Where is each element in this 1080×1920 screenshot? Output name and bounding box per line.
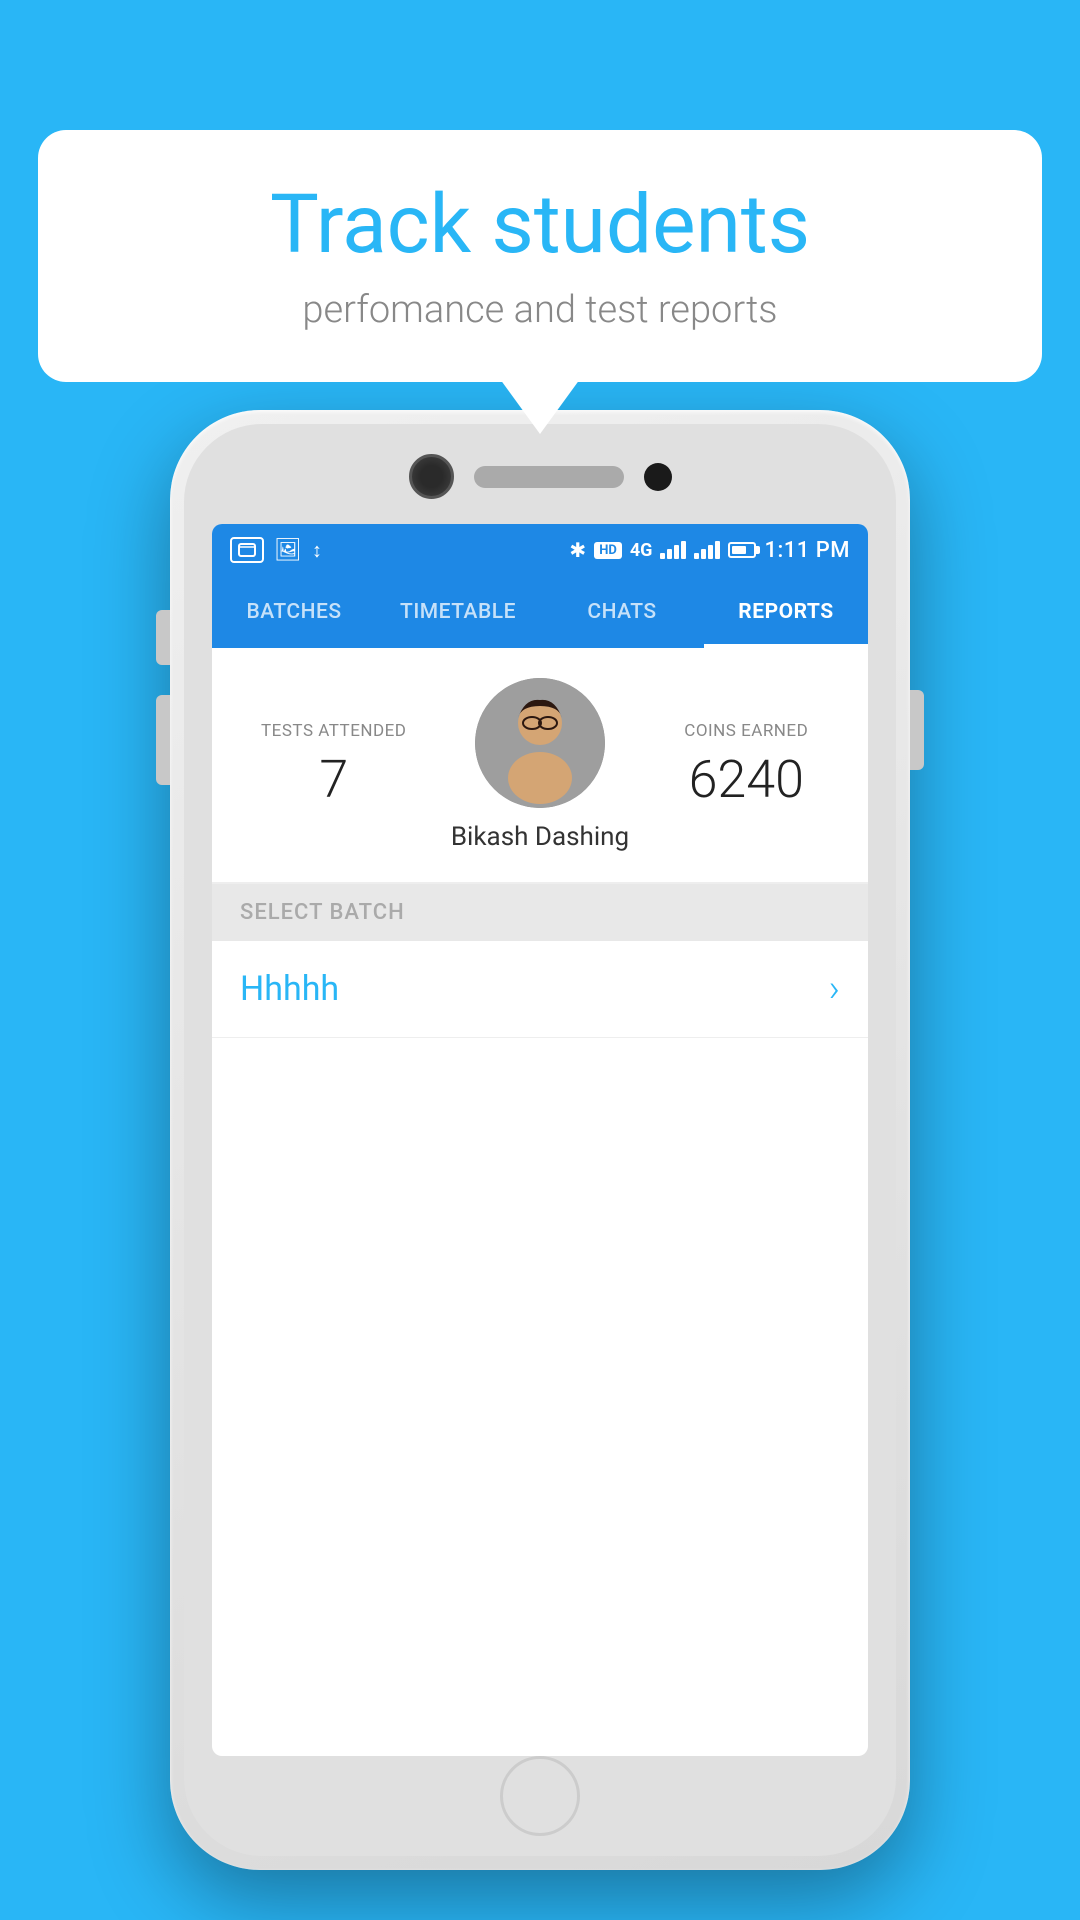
profile-section: TESTS ATTENDED 7 [212, 648, 868, 884]
select-batch-bar: SELECT BATCH [212, 884, 868, 941]
avatar-image [475, 678, 605, 808]
status-time: 1:11 PM [764, 538, 850, 563]
chevron-right-icon: › [829, 967, 840, 1011]
profile-center: Bikash Dashing [428, 678, 653, 852]
coins-earned-value: 6240 [653, 749, 841, 810]
signal-bar-1 [660, 541, 686, 559]
batch-name: Hhhhh [240, 969, 339, 1009]
tests-attended-label: TESTS ATTENDED [240, 721, 428, 741]
speaker [474, 466, 624, 488]
batch-item[interactable]: Hhhhh › [212, 941, 868, 1038]
front-camera [409, 454, 454, 499]
phone: 🖼 ↕ ✱ HD 4G [170, 410, 910, 1870]
tab-reports[interactable]: REPORTS [704, 576, 868, 648]
camera-area [390, 454, 690, 499]
hd-badge: HD [594, 542, 622, 559]
tab-chats[interactable]: CHATS [540, 576, 704, 648]
network-4g: 4G [630, 540, 653, 561]
signal-bar-2 [694, 541, 720, 559]
coins-earned-block: COINS EARNED 6240 [653, 721, 841, 810]
avatar [475, 678, 605, 808]
bluetooth-icon: ✱ [569, 538, 586, 562]
battery-icon [728, 542, 756, 558]
chart-area: 100 75 50 25 0 [212, 1038, 868, 1058]
tab-bar: BATCHES TIMETABLE CHATS REPORTS [212, 576, 868, 648]
status-icons-right: ✱ HD 4G [569, 538, 850, 563]
tab-batches[interactable]: BATCHES [212, 576, 376, 648]
status-icon-image: 🖼 [274, 538, 302, 563]
status-icons-left: 🖼 ↕ [230, 537, 322, 563]
status-icon-3: ↕ [312, 538, 322, 563]
bubble-subtitle: perfomance and test reports [98, 288, 982, 332]
coins-earned-label: COINS EARNED [653, 721, 841, 741]
volume-down-button [156, 695, 170, 785]
profile-name: Bikash Dashing [451, 822, 629, 852]
volume-up-button [156, 610, 170, 665]
sensor [644, 463, 672, 491]
app-icon-1 [230, 537, 264, 563]
home-button[interactable] [500, 1756, 580, 1836]
power-button [910, 690, 924, 770]
speech-bubble: Track students perfomance and test repor… [38, 130, 1042, 382]
status-bar: 🖼 ↕ ✱ HD 4G [212, 524, 868, 576]
bubble-title: Track students [98, 180, 982, 270]
tests-attended-block: TESTS ATTENDED 7 [240, 721, 428, 810]
phone-screen: 🖼 ↕ ✱ HD 4G [212, 524, 868, 1756]
background: Track students perfomance and test repor… [0, 0, 1080, 1920]
tests-attended-value: 7 [240, 749, 428, 810]
tab-timetable[interactable]: TIMETABLE [376, 576, 540, 648]
select-batch-label: SELECT BATCH [240, 900, 840, 925]
